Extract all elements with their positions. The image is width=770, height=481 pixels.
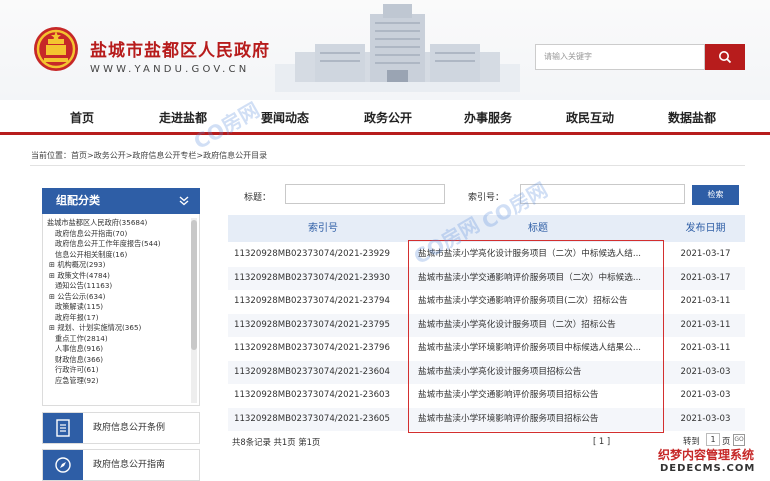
compass-icon: [43, 450, 83, 480]
column-header-index: 索引号: [308, 223, 338, 234]
cell-date: 2021-03-03: [680, 366, 731, 377]
sidebar-header[interactable]: 组配分类: [42, 188, 200, 214]
tree-item[interactable]: 信息公开相关制度(16): [47, 250, 187, 261]
nav-item-services[interactable]: 办事服务: [448, 104, 528, 132]
cell-index: 11320928MB02373074/2021-23604: [234, 366, 390, 377]
cell-index: 11320928MB02373074/2021-23929: [234, 249, 390, 259]
title-filter-label: 标题：: [244, 193, 272, 203]
goto-page-input[interactable]: 1: [706, 433, 720, 446]
cell-date: 2021-03-03: [680, 413, 731, 424]
goto-button[interactable]: GO: [733, 434, 745, 446]
cell-index: 11320928MB02373074/2021-23605: [234, 413, 390, 424]
tree-item[interactable]: ⊞ 政策文件(4784): [47, 271, 187, 282]
quick-link-regulations[interactable]: 政府信息公开条例: [42, 412, 200, 444]
pagination-summary: 共8条记录 共1页 第1页: [232, 437, 321, 447]
cell-date: 2021-03-17: [680, 249, 731, 259]
cell-index: 11320928MB02373074/2021-23603: [234, 390, 390, 400]
tree-item[interactable]: 应急管理(92): [47, 376, 187, 387]
category-tree: 盐城市盐都区人民政府(35684) 政府信息公开指南(70) 政府信息公开工作年…: [47, 218, 187, 403]
cell-index: 11320928MB02373074/2021-23794: [234, 296, 390, 306]
tree-item[interactable]: 重点工作(2814): [47, 334, 187, 345]
tree-item-label: 政策文件(4784): [57, 270, 110, 280]
tree-item[interactable]: 政府年报(17): [47, 313, 187, 324]
nav-item-data[interactable]: 数据盐都: [652, 104, 732, 132]
breadcrumb-divider: [30, 165, 745, 166]
sidebar-scroll-thumb[interactable]: [191, 220, 197, 350]
pagination-pages[interactable]: [ 1 ]: [593, 436, 610, 446]
branding-title: 织梦内容管理系统: [658, 448, 755, 462]
quick-link-label: 政府信息公开指南: [93, 460, 166, 470]
nav-item-interaction[interactable]: 政民互动: [550, 104, 630, 132]
search-button[interactable]: [705, 44, 745, 70]
cell-date: 2021-03-11: [680, 319, 731, 330]
nav-item-home[interactable]: 首页: [42, 104, 122, 132]
title-filter-input[interactable]: [285, 184, 445, 204]
tree-item[interactable]: ⊞ 机构概况(293): [47, 260, 187, 271]
tree-item-label: 机构概况(293): [57, 260, 106, 269]
cell-index: 11320928MB02373074/2021-23930: [234, 272, 390, 283]
tree-item[interactable]: 政府信息公开指南(70): [47, 229, 187, 240]
cell-date: 2021-03-11: [680, 343, 731, 353]
highlight-box: [408, 240, 664, 433]
cell-index: 11320928MB02373074/2021-23795: [234, 319, 390, 330]
tree-item-label: 公告公示(634): [57, 291, 106, 301]
tree-item[interactable]: 人事信息(916): [47, 344, 187, 355]
tree-item[interactable]: 政策解读(115): [47, 302, 187, 313]
cell-date: 2021-03-17: [680, 272, 731, 283]
branding-domain: DEDECMS.COM: [660, 463, 756, 474]
quick-link-label: 政府信息公开条例: [93, 423, 166, 433]
tree-item[interactable]: ⊞ 规划、计划实施情况(365): [47, 323, 187, 334]
tree-item[interactable]: 财政信息(366): [47, 355, 187, 366]
site-domain: WWW.YANDU.GOV.CN: [90, 64, 250, 75]
filter-search-button[interactable]: 检索: [692, 185, 739, 205]
quick-link-guide[interactable]: 政府信息公开指南: [42, 449, 200, 481]
main-nav: 首页 走进盐都 要闻动态 政务公开 办事服务 政民互动 数据盐都: [30, 104, 750, 132]
government-building-image: [275, 4, 520, 92]
nav-item-gov-affairs[interactable]: 政务公开: [348, 104, 428, 132]
search-icon: [719, 51, 732, 64]
chevron-down-icon[interactable]: [178, 195, 190, 207]
breadcrumb[interactable]: 当前位置：首页>政务公开>政府信息公开专栏>政府信息公开目录: [31, 150, 267, 161]
nav-divider: [0, 132, 770, 135]
site-title[interactable]: 盐城市盐都区人民政府: [90, 36, 270, 61]
tree-item[interactable]: 政府信息公开工作年度报告(544): [47, 239, 187, 250]
column-header-date: 发布日期: [685, 223, 726, 234]
tree-item[interactable]: 通知公告(11163): [47, 281, 187, 292]
national-emblem-icon: [34, 27, 78, 71]
cell-date: 2021-03-03: [680, 390, 731, 400]
tree-item[interactable]: 盐城市盐都区人民政府(35684): [47, 218, 187, 229]
document-icon: [43, 413, 83, 443]
tree-item[interactable]: ⊞ 公告公示(634): [47, 292, 187, 303]
tree-item[interactable]: 行政许可(61): [47, 365, 187, 376]
cell-date: 2021-03-11: [680, 296, 731, 306]
tree-item-label: 规划、计划实施情况(365): [57, 323, 142, 332]
cell-index: 11320928MB02373074/2021-23796: [234, 343, 390, 353]
search-input[interactable]: 请输入关键字: [535, 44, 705, 70]
